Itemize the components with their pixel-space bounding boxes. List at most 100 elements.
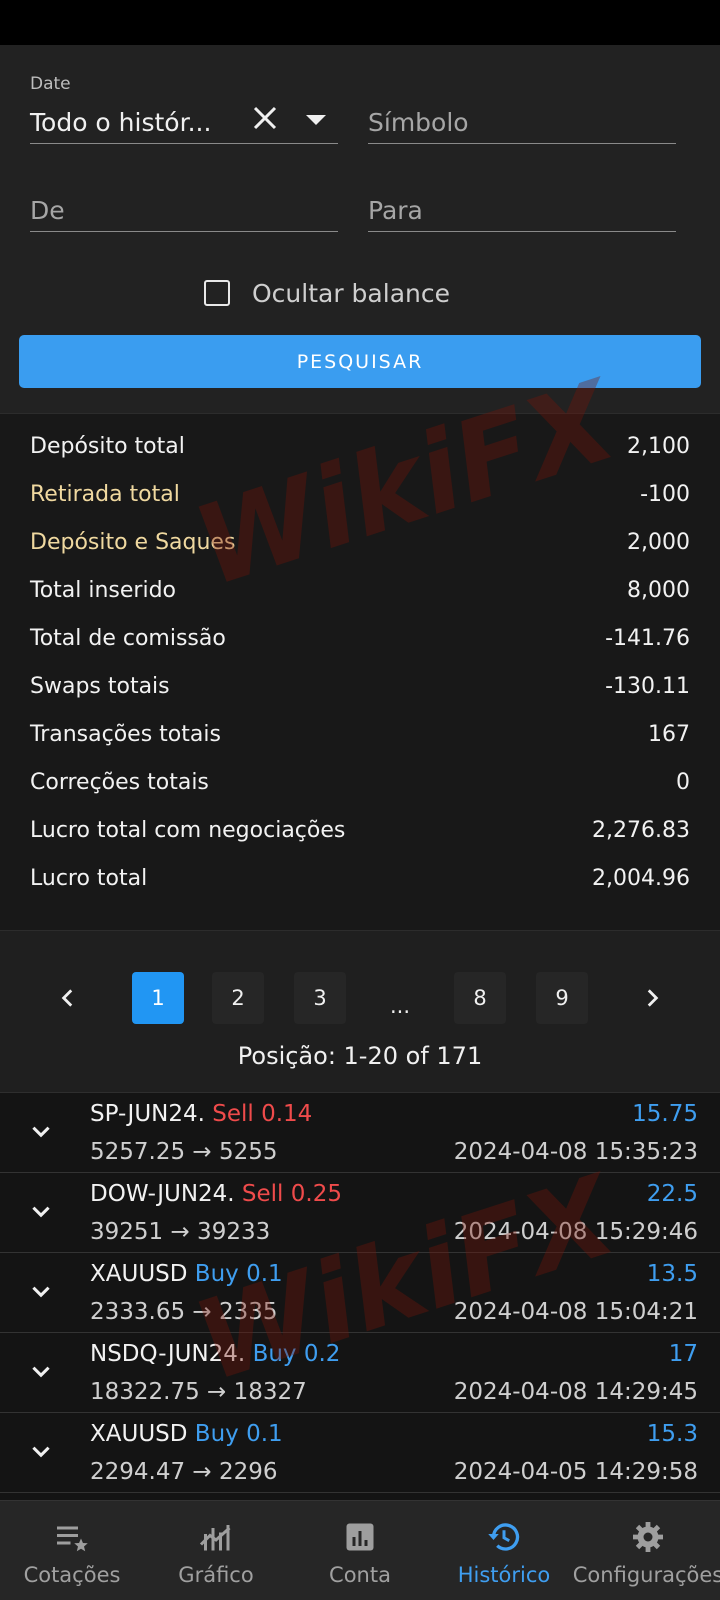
dropdown-caret-icon[interactable] [306, 115, 326, 125]
summary-row: Transações totais 167 [30, 719, 690, 749]
from-placeholder: De [30, 196, 65, 225]
position-range-text: Posição: 1-20 of 171 [237, 1042, 483, 1070]
deal-symbol: XAUUSD [90, 1421, 188, 1447]
quotes-icon [57, 1526, 88, 1552]
deal-row[interactable]: XAUUSD Buy 0.1 2333.65 → 2335 13.5 2024-… [0, 1253, 720, 1333]
prev-page-button[interactable] [42, 972, 94, 1024]
chevron-down-icon[interactable] [28, 1199, 54, 1225]
account-icon [346, 1523, 374, 1551]
deal-time: 2024-04-08 15:29:46 [453, 1219, 698, 1245]
chevron-down-icon[interactable] [28, 1279, 54, 1305]
summary-label: Depósito e Saques [30, 529, 236, 555]
summary-panel: Depósito total 2,100 Retirada total -100 D… [0, 413, 720, 931]
pagination: 1 2 3 ... 8 9 Posição: 1-20 of 171 [0, 932, 720, 1092]
summary-value: 8,000 [627, 577, 690, 603]
summary-label: Total de comissão [30, 625, 226, 651]
status-bar [0, 0, 720, 45]
to-date-input[interactable]: Para [368, 188, 676, 232]
summary-value: -141.76 [605, 625, 690, 651]
summary-row: Depósito e Saques 2,000 [30, 527, 690, 557]
summary-value: 2,000 [627, 529, 690, 555]
deal-side: Buy 0.1 [194, 1261, 283, 1287]
page-button[interactable]: 3 [294, 972, 346, 1024]
deal-side: Sell 0.14 [212, 1101, 313, 1127]
symbol-input[interactable]: Símbolo [368, 100, 676, 144]
to-placeholder: Para [368, 196, 423, 225]
nav-chart[interactable]: Gráfico [144, 1501, 288, 1600]
deal-symbol-line: XAUUSD Buy 0.1 [90, 1421, 283, 1447]
page-ellipsis: ... [389, 994, 411, 1018]
date-select-value: Todo o histór... [30, 108, 212, 137]
hide-balance-label: Ocultar balance [252, 278, 450, 308]
page-button[interactable]: 8 [454, 972, 506, 1024]
page-button[interactable]: 2 [212, 972, 264, 1024]
deal-row[interactable]: XAUUSD Buy 0.1 2294.47 → 2296 15.3 2024-… [0, 1413, 720, 1493]
deal-side: Sell 0.25 [241, 1181, 342, 1207]
deal-symbol: SP-JUN24. [90, 1101, 205, 1127]
nav-account[interactable]: Conta [288, 1501, 432, 1600]
page-button[interactable]: 1 [132, 972, 184, 1024]
history-icon [488, 1523, 520, 1551]
nav-quotes-label: Cotações [23, 1563, 121, 1587]
gear-icon [633, 1522, 663, 1552]
deal-time: 2024-04-08 15:04:21 [453, 1299, 698, 1325]
chevron-down-icon[interactable] [28, 1119, 54, 1145]
summary-label: Depósito total [30, 433, 185, 459]
nav-settings[interactable]: Configurações [573, 1501, 720, 1600]
summary-row: Depósito total 2,100 [30, 431, 690, 461]
deal-row[interactable]: NSDQ-JUN24. Buy 0.2 18322.75 → 18327 17 … [0, 1333, 720, 1413]
deal-profit: 15.75 [632, 1101, 698, 1127]
summary-value: 0 [676, 769, 690, 795]
summary-value: 2,276.83 [592, 817, 690, 843]
deal-symbol-line: XAUUSD Buy 0.1 [90, 1261, 283, 1287]
search-button[interactable]: PESQUISAR [19, 335, 701, 388]
chevron-down-icon[interactable] [28, 1359, 54, 1385]
summary-row: Lucro total com negociações 2,276.83 [30, 815, 690, 845]
deal-profit: 15.3 [646, 1421, 698, 1447]
summary-label: Retirada total [30, 481, 180, 507]
summary-label: Total inserido [30, 577, 177, 603]
chevron-down-icon[interactable] [28, 1439, 54, 1465]
date-select[interactable]: Todo o histór... [30, 100, 338, 144]
deal-time: 2024-04-08 15:35:23 [453, 1139, 698, 1165]
next-page-button[interactable] [626, 972, 678, 1024]
deal-symbol-line: SP-JUN24. Sell 0.14 [90, 1101, 312, 1127]
symbol-placeholder: Símbolo [368, 108, 469, 137]
summary-row: Lucro total 2,004.96 [30, 863, 690, 893]
chevron-right-icon [647, 989, 659, 1007]
deal-prices: 18322.75 → 18327 [90, 1379, 307, 1405]
clear-icon[interactable] [250, 103, 280, 133]
deal-side: Buy 0.2 [252, 1341, 341, 1367]
deal-symbol: DOW-JUN24. [90, 1181, 235, 1207]
deal-prices: 5257.25 → 5255 [90, 1139, 278, 1165]
deal-prices: 2333.65 → 2335 [90, 1299, 278, 1325]
hide-balance-option[interactable]: Ocultar balance [204, 276, 450, 310]
deal-row[interactable]: SP-JUN24. Sell 0.14 5257.25 → 5255 15.75… [0, 1093, 720, 1173]
deal-profit: 13.5 [646, 1261, 698, 1287]
deal-row[interactable]: DOW-JUN24. Sell 0.25 39251 → 39233 22.5 … [0, 1173, 720, 1253]
summary-value: 2,100 [627, 433, 690, 459]
deal-time: 2024-04-08 14:29:45 [453, 1379, 698, 1405]
page-button[interactable]: 9 [536, 972, 588, 1024]
deal-prices: 2294.47 → 2296 [90, 1459, 278, 1485]
from-date-input[interactable]: De [30, 188, 338, 232]
hide-balance-checkbox[interactable] [204, 280, 230, 306]
summary-label: Correções totais [30, 769, 209, 795]
summary-value: 2,004.96 [592, 865, 690, 891]
summary-row: Retirada total -100 [30, 479, 690, 509]
summary-label: Swaps totais [30, 673, 170, 699]
chevron-left-icon [61, 989, 73, 1007]
nav-quotes[interactable]: Cotações [0, 1501, 144, 1600]
summary-value: -100 [640, 481, 690, 507]
nav-history[interactable]: Histórico [432, 1501, 576, 1600]
summary-label: Lucro total [30, 865, 148, 891]
deal-side: Buy 0.1 [194, 1421, 283, 1447]
nav-history-label: Histórico [457, 1563, 551, 1587]
nav-settings-label: Configurações [572, 1563, 720, 1587]
deal-symbol: NSDQ-JUN24. [90, 1341, 246, 1367]
summary-row: Total inserido 8,000 [30, 575, 690, 605]
bottom-navigation: Cotações Gráfico Conta Histórico Configu… [0, 1500, 720, 1600]
summary-row: Correções totais 0 [30, 767, 690, 797]
deals-list: SP-JUN24. Sell 0.14 5257.25 → 5255 15.75… [0, 1092, 720, 1500]
summary-row: Swaps totais -130.11 [30, 671, 690, 701]
